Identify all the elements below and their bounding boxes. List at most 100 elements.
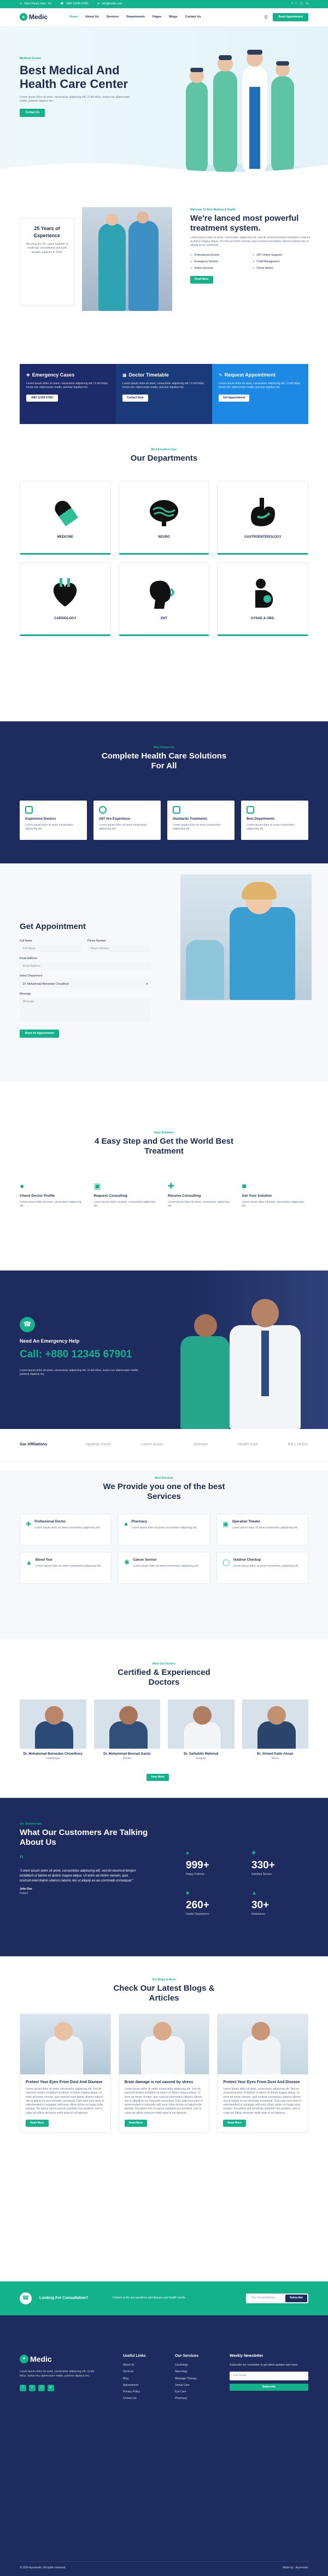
instagram-icon[interactable]: ◯ — [38, 2384, 45, 2391]
consult-title: Looking For Consultation? — [39, 2296, 89, 2300]
nav-item-services[interactable]: Services — [107, 15, 119, 20]
department-card[interactable]: ENT — [118, 562, 210, 636]
contact-now-button[interactable]: Contact Now — [122, 394, 148, 402]
consult-email-input[interactable]: Your Email Address — [247, 2295, 285, 2302]
step-title: Request Consulting — [93, 1194, 127, 1198]
department-card[interactable]: NEURO — [118, 481, 210, 555]
footer-link[interactable]: Neurology — [175, 2370, 219, 2374]
blog-title[interactable]: Protect Your Eyes From Dust And Disease — [26, 2080, 105, 2085]
department-select-label: Select Department — [20, 974, 43, 978]
nav-item-blogs[interactable]: Blogs — [169, 15, 177, 20]
blog-title[interactable]: Brain damage is not caused by stress — [125, 2080, 204, 2085]
clipboard-icon: ✎ — [219, 372, 222, 378]
service-card[interactable]: ▣ Operation Theater Lorem ipsum dolor sit … — [216, 1514, 308, 1545]
nav-item-departments[interactable]: Departments — [126, 15, 145, 20]
service-text: Lorem ipsum dolor sit amet consectetur a… — [35, 1564, 102, 1568]
service-card[interactable]: ▲ Blood Test Lorem ipsum dolor sit amet co… — [20, 1552, 112, 1584]
blogs-section: Our Blogs & News Check Our Latest Blogs … — [0, 1956, 328, 2273]
footer-logo[interactable]: + Medic — [20, 2354, 102, 2365]
testimonial-role: Patient — [20, 1891, 28, 1895]
chevron-down-icon: ▾ — [146, 982, 148, 986]
footer-link[interactable]: Privacy Policy — [123, 2390, 167, 2394]
clock-icon — [99, 806, 107, 814]
emergency-phone[interactable]: Call: +880 12345 67901 — [20, 1347, 167, 1362]
newsletter-input[interactable]: Your Email — [230, 2372, 308, 2380]
doctor-card[interactable]: Dr. Saifuddin Mahmud Surgeon — [168, 1699, 235, 1764]
service-icon: ✚ — [251, 1850, 256, 1856]
doctor-card[interactable]: Dr. Ahmed Kabir Ahsan Neuro — [242, 1699, 308, 1764]
nav-item-home[interactable]: Home — [69, 15, 78, 20]
blogs-kicker: Our Blogs & News — [152, 1978, 176, 1981]
stat-value: 30+ — [251, 1899, 270, 1911]
facebook-icon[interactable]: f — [20, 2384, 26, 2391]
footer-link[interactable]: Massage Therapy — [175, 2377, 219, 2381]
twitter-icon[interactable]: t — [29, 2384, 36, 2391]
blog-card[interactable]: Protect Your Eyes From Dust And Disease L… — [217, 2014, 308, 2133]
blog-card[interactable]: Brain damage is not caused by stress Lore… — [118, 2014, 210, 2133]
department-card[interactable]: MEDICINE — [20, 481, 111, 555]
service-card[interactable]: ● Pharmacy Lorem ipsum dolor sit amet cons… — [118, 1514, 210, 1545]
nav-item-contact[interactable]: Contact Us — [185, 15, 201, 20]
hero-kicker: Medical Center — [20, 57, 42, 60]
service-card[interactable]: ✱ Cancer Service Lorem ipsum dolor sit ame… — [118, 1552, 210, 1584]
step-text: Lorem ipsum dolor sit amet, consectetur … — [93, 1200, 156, 1208]
footer-link[interactable]: About Us — [123, 2363, 167, 2367]
doctor-card[interactable]: Dr. Mohammad Bennadan Chowdhury Cardiolog… — [20, 1699, 86, 1764]
footer-link[interactable]: Services — [123, 2370, 167, 2374]
full-name-input[interactable]: Full Name — [20, 945, 83, 952]
department-select[interactable]: Dr. Mohammad Bennadan Choudhury ▾ — [20, 980, 151, 988]
department-card[interactable]: GASTROENTEROLOGY — [217, 481, 308, 555]
top-email[interactable]: info@medic.com — [102, 2, 122, 6]
search-icon[interactable]: ⚲ — [265, 14, 268, 21]
clock-icon: ◷ — [20, 2, 22, 5]
top-phone[interactable]: +880 12345 67901 — [66, 2, 89, 6]
doctor-card[interactable]: Dr. Mohammad Bennad Gazim Dentist — [93, 1699, 160, 1764]
instagram-icon[interactable]: ◯ — [300, 2, 303, 6]
message-textarea[interactable]: Message — [20, 997, 151, 1022]
appointment-section: Get Appointment Full Name Full Name Phone… — [0, 863, 328, 1082]
view-more-doctors-button[interactable]: View More — [147, 1774, 169, 1781]
blog-read-more-button[interactable]: Read More — [26, 2119, 49, 2127]
footer-link[interactable]: Eye Care — [175, 2390, 219, 2394]
hero-title: Best Medical And Health Care Center — [20, 63, 128, 91]
blog-card[interactable]: Protect Your Eyes From Dust And Disease L… — [20, 2014, 111, 2133]
email-input[interactable]: Email Address — [20, 962, 151, 971]
blog-read-more-button[interactable]: Read More — [124, 2119, 148, 2127]
logo[interactable]: + Medic — [20, 13, 48, 22]
footer-link[interactable]: Cardiology — [175, 2363, 219, 2367]
footer-link[interactable]: Contact Us — [123, 2397, 167, 2401]
nav-appointment-button[interactable]: Book Appointment — [273, 13, 308, 22]
doctor-photo — [93, 1699, 160, 1749]
footer-link[interactable]: Appointment — [123, 2384, 167, 2387]
blog-title[interactable]: Protect Your Eyes From Dust And Disease — [223, 2080, 302, 2085]
linkedin-icon[interactable]: in — [48, 2384, 54, 2391]
book-appointment-button[interactable]: Book An Appointment — [20, 1029, 60, 1038]
service-card[interactable]: ◯ Outdoor Checkup Lorem ipsum dolor sit am… — [216, 1552, 308, 1584]
footer-link[interactable]: Pharmacy — [175, 2397, 219, 2401]
consult-subscribe-button[interactable]: Subscribe — [285, 2295, 307, 2302]
about-read-more-button[interactable]: Read More — [190, 276, 213, 284]
footer-link[interactable]: Dental Care — [175, 2384, 219, 2387]
service-card[interactable]: ✚ Professional Doctor Lorem ipsum dolor si… — [20, 1514, 112, 1545]
testimonials-kicker: Our Testimonials — [20, 1822, 42, 1826]
department-card[interactable]: GYNAE & OBS. — [217, 562, 308, 636]
why-card: Experience Doctors Lorem ipsum dolor sit … — [20, 801, 87, 840]
blog-read-more-button[interactable]: Read More — [223, 2119, 246, 2127]
step-title: Get Your Solution — [242, 1194, 272, 1198]
doctor-name: Dr. Saifuddin Mahmud — [184, 1752, 219, 1756]
newsletter-subscribe-button[interactable]: Subscribe — [230, 2383, 308, 2391]
emergency-phone-button[interactable]: +880 12345 67901 — [26, 394, 58, 402]
hero-contact-button[interactable]: Contact Us — [20, 109, 45, 117]
nav-item-pages[interactable]: Pages — [153, 15, 161, 20]
stats-grid: ● 999+ Happy Patients ✚ 330+ Satisfied Servi… — [186, 1850, 306, 1917]
nav-item-about[interactable]: About Us — [85, 15, 98, 20]
get-appointment-button[interactable]: Get Appointment — [219, 394, 250, 402]
phone-input[interactable]: Phone Number — [87, 945, 151, 952]
department-card[interactable]: CARDIOLOGY — [20, 562, 111, 636]
footer-logo-text: Medic — [30, 2355, 52, 2363]
emergency-title: Need An Emergency Help — [20, 1338, 80, 1344]
linkedin-icon[interactable]: in — [306, 2, 308, 6]
footer-link[interactable]: Blog — [123, 2377, 167, 2381]
blog-image — [119, 2014, 209, 2074]
experience-text: We bring the 25+ years together to chall… — [26, 243, 68, 254]
